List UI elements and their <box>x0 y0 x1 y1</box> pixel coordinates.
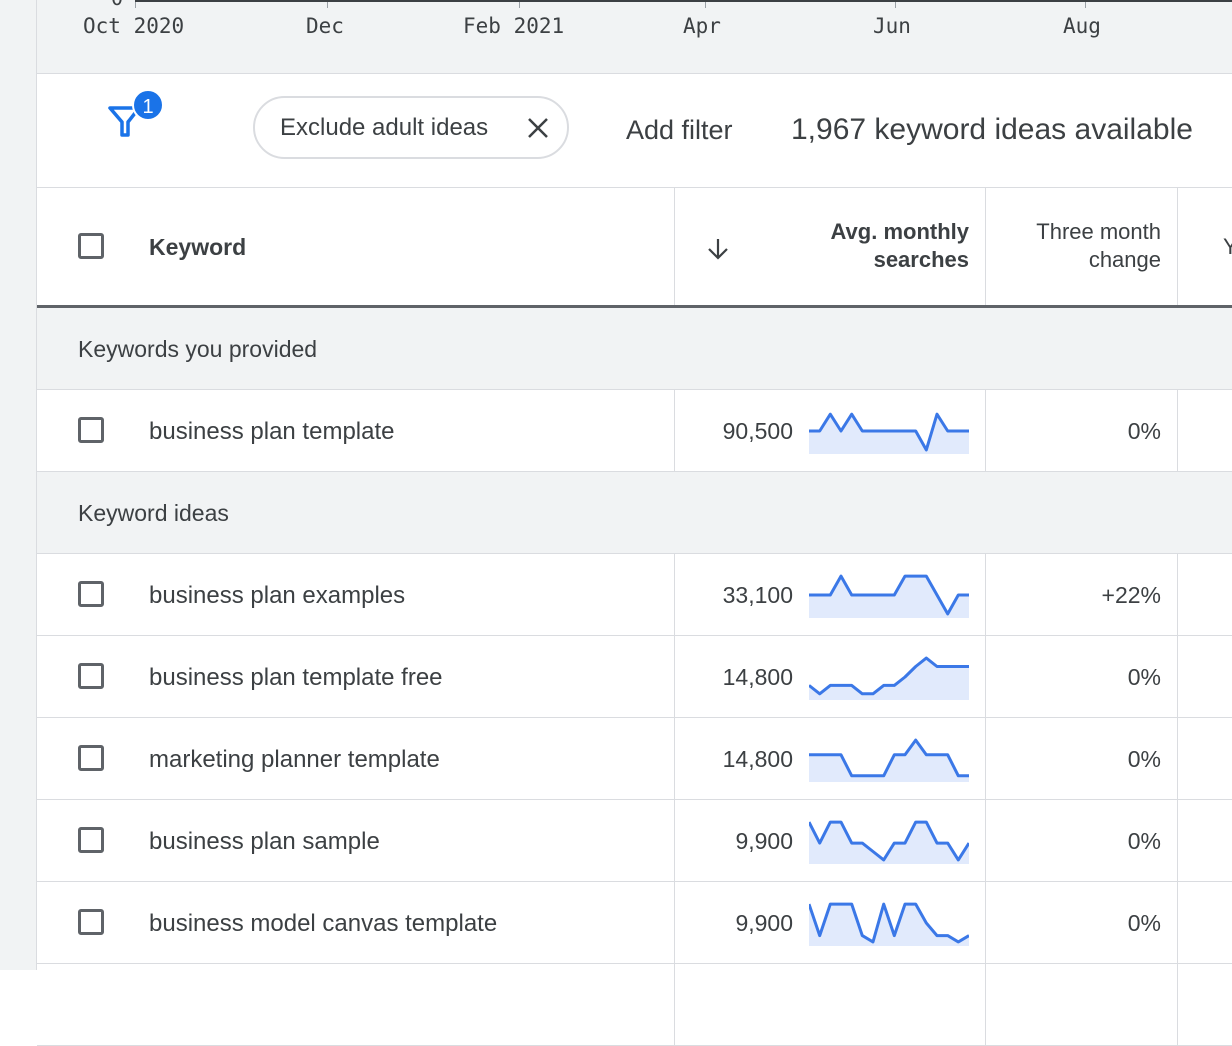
table-row[interactable]: business plan template 90,500 0% <box>37 390 1232 472</box>
axis-tick <box>895 2 896 8</box>
axis-tick-label: Jun <box>873 14 911 38</box>
avg-searches-cell: 33,100 <box>722 582 793 608</box>
avg-searches-cell: 9,900 <box>735 910 793 936</box>
table-row[interactable]: marketing planner template 14,800 0% <box>37 718 1232 800</box>
keyword-cell: business plan sample <box>149 828 380 855</box>
sort-arrow-down-icon[interactable] <box>705 236 731 262</box>
chip-label: Exclude adult ideas <box>280 113 489 141</box>
three-header-line2: change <box>1088 247 1161 272</box>
axis-tick <box>519 2 520 8</box>
filter-count-badge: 1 <box>132 89 164 121</box>
three-header-line1: Three month <box>1036 219 1161 244</box>
trend-sparkline <box>809 820 969 864</box>
trend-sparkline <box>809 902 969 946</box>
keyword-cell: business plan examples <box>149 582 406 609</box>
keyword-table: Keyword Avg. monthly searches Three mont… <box>37 188 1232 1046</box>
table-row[interactable]: business model canvas template 9,900 0% <box>37 882 1232 964</box>
three-month-change-cell: 0% <box>1127 664 1161 690</box>
trend-chart-axis: 0 Oct 2020 Dec Feb 2021 Apr Jun Aug <box>37 0 1232 74</box>
row-checkbox[interactable] <box>78 417 104 443</box>
keyword-cell: business model canvas template <box>149 910 498 937</box>
three-month-change-cell: 0% <box>1127 418 1161 444</box>
section-label: Keyword ideas <box>78 500 229 526</box>
axis-tick <box>327 2 328 8</box>
avg-header-line1: Avg. monthly <box>830 219 969 244</box>
keyword-ideas-count: 1,967 keyword ideas available <box>791 113 1193 146</box>
sparkline-area <box>809 740 969 782</box>
trend-sparkline <box>809 656 969 700</box>
avg-header-line2: searches <box>873 247 969 272</box>
axis-zero-label: 0 <box>111 0 123 10</box>
three-month-change-cell: 0% <box>1127 746 1161 772</box>
table-row[interactable]: business plan examples 33,100 +22% <box>37 554 1232 636</box>
table-header: Keyword Avg. monthly searches Three mont… <box>37 188 1232 308</box>
axis-tick <box>135 2 136 8</box>
cut-off-column-header[interactable]: Y <box>1223 234 1232 260</box>
row-checkbox[interactable] <box>78 745 104 771</box>
avg-searches-cell: 9,900 <box>735 828 793 854</box>
sparkline-area <box>809 658 969 700</box>
axis-tick-label: Apr <box>683 14 721 38</box>
axis-tick <box>1085 2 1086 8</box>
trend-sparkline <box>809 738 969 782</box>
three-month-change-cell: +22% <box>1101 582 1161 608</box>
exclude-adult-ideas-chip[interactable]: Exclude adult ideas <box>253 96 569 159</box>
table-row[interactable]: business plan sample 9,900 0% <box>37 800 1232 882</box>
avg-monthly-searches-header[interactable]: Avg. monthly searches <box>797 218 969 274</box>
three-month-change-cell: 0% <box>1127 828 1161 854</box>
trend-sparkline <box>809 574 969 618</box>
three-month-change-cell: 0% <box>1127 910 1161 936</box>
table-row[interactable] <box>37 964 1232 1046</box>
row-checkbox[interactable] <box>78 663 104 689</box>
section-keyword-ideas: Keyword ideas <box>37 472 1232 554</box>
avg-searches-cell: 14,800 <box>722 664 793 690</box>
keyword-cell: business plan template <box>149 418 395 445</box>
close-icon[interactable] <box>527 117 549 139</box>
axis-tick <box>705 2 706 8</box>
row-checkbox[interactable] <box>78 581 104 607</box>
section-label: Keywords you provided <box>78 336 318 362</box>
avg-searches-cell: 90,500 <box>722 418 793 444</box>
avg-searches-cell: 14,800 <box>722 746 793 772</box>
sparkline-area <box>809 904 969 946</box>
axis-tick-label: Oct 2020 <box>83 14 185 38</box>
keyword-cell: business plan template free <box>149 664 443 691</box>
keyword-cell: marketing planner template <box>149 746 440 773</box>
axis-tick-label: Dec <box>306 14 344 38</box>
left-rail <box>0 0 37 970</box>
row-checkbox[interactable] <box>78 827 104 853</box>
trend-sparkline <box>809 412 969 454</box>
section-keywords-you-provided: Keywords you provided <box>37 308 1232 390</box>
row-checkbox[interactable] <box>78 909 104 935</box>
axis-line <box>135 0 1232 2</box>
filter-bar: 1 Exclude adult ideas Add filter 1,967 k… <box>37 74 1232 188</box>
add-filter-button[interactable]: Add filter <box>626 115 733 146</box>
table-row[interactable]: business plan template free 14,800 0% <box>37 636 1232 718</box>
axis-tick-label: Feb 2021 <box>463 14 565 38</box>
axis-tick-label: Aug <box>1063 14 1101 38</box>
keyword-column-header[interactable]: Keyword <box>149 234 246 261</box>
select-all-checkbox[interactable] <box>78 233 104 259</box>
three-month-change-header[interactable]: Three month change <box>987 218 1161 274</box>
